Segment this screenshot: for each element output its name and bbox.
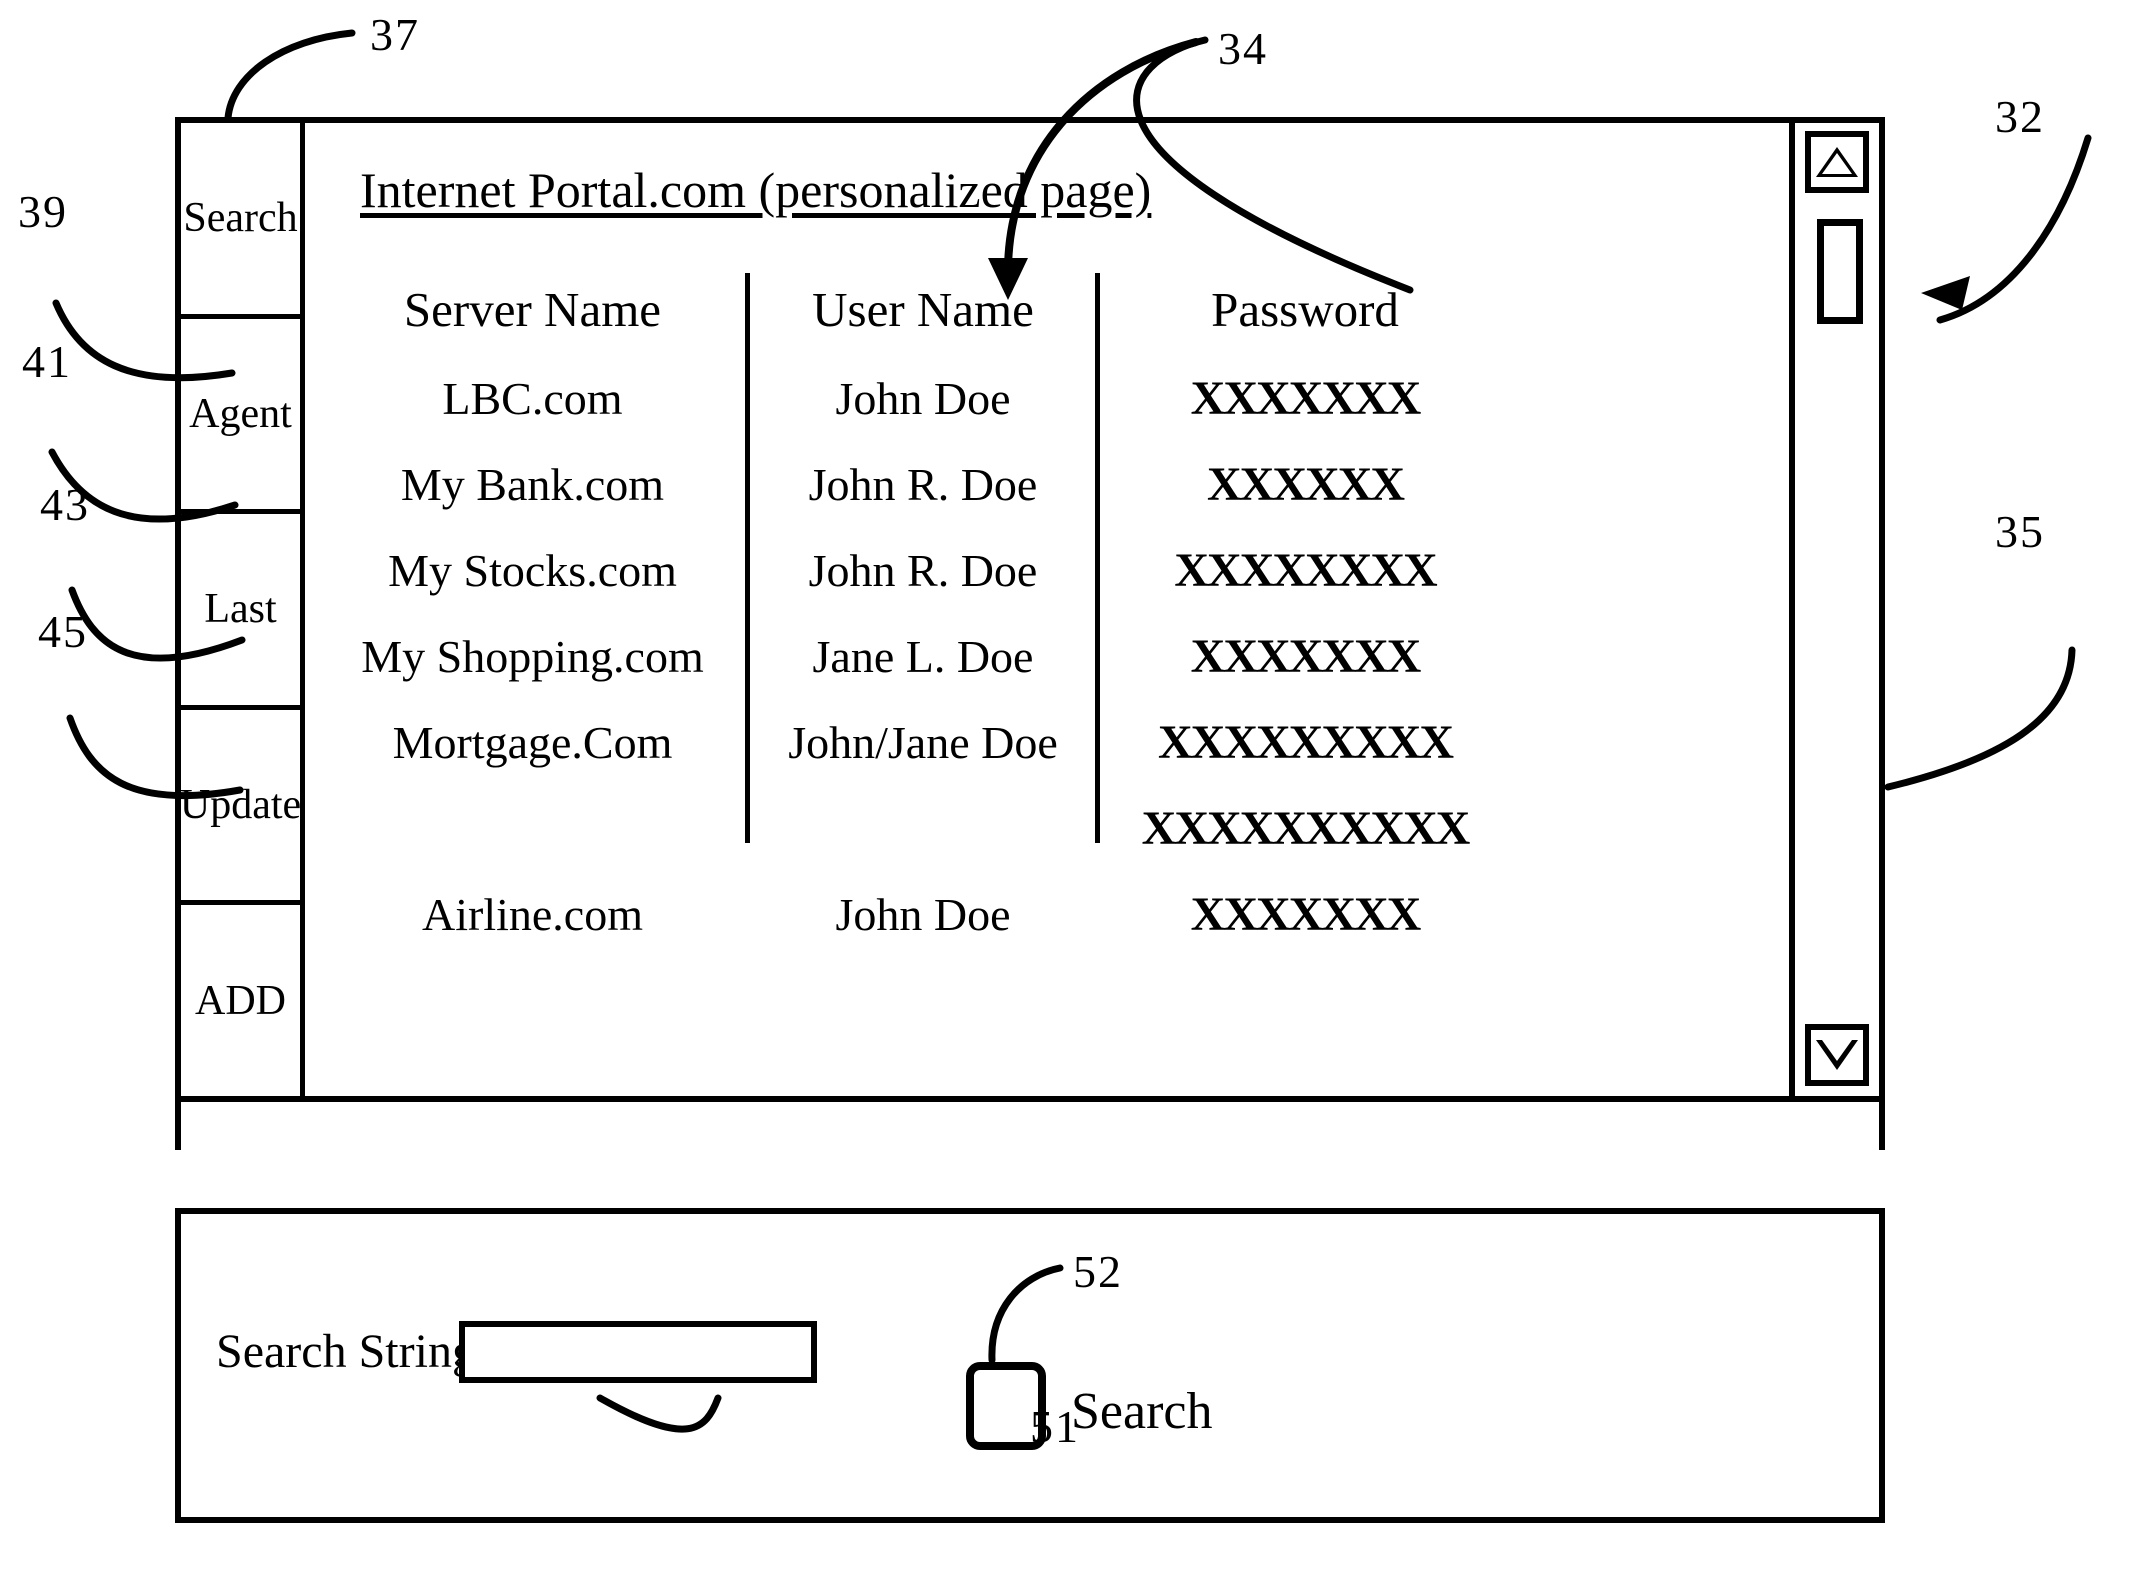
sidebar: Search Agent Last Update ADD (179, 123, 305, 1096)
table-row: XXXXXXXXX (1158, 715, 1454, 769)
scrollbar-thumb[interactable] (1817, 219, 1863, 324)
column-header-server-name: Server Name (403, 281, 662, 337)
page-content: Internet Portal.com (personalized page) … (305, 123, 1789, 1096)
table-row: LBC.com (442, 372, 623, 424)
reference-numeral-41: 41 (22, 336, 72, 387)
column-divider (1095, 273, 1100, 843)
triangle-up-icon (1816, 147, 1858, 177)
sidebar-item-search[interactable]: Search (181, 123, 300, 319)
search-button-label: Search (1071, 1383, 1213, 1440)
column-server-name: Server Name LBC.com My Bank.com My Stock… (325, 263, 740, 957)
panel-separator-strip (175, 1102, 1885, 1150)
table-row (757, 785, 1089, 871)
sidebar-item-agent[interactable]: Agent (181, 318, 300, 515)
table-row: John/Jane Doe (788, 716, 1058, 768)
reference-numeral-34: 34 (1218, 23, 1268, 74)
credentials-table: Server Name LBC.com My Bank.com My Stock… (305, 263, 1789, 1096)
page-title: Internet Portal.com (personalized page) (360, 162, 1152, 218)
reference-numeral-43: 43 (40, 479, 90, 530)
sidebar-item-add[interactable]: ADD (181, 905, 300, 1096)
vertical-scrollbar[interactable] (1789, 123, 1879, 1096)
search-string-label: Search String (216, 1325, 476, 1378)
table-row: My Bank.com (400, 458, 665, 510)
sidebar-item-update[interactable]: Update (179, 709, 302, 906)
reference-numeral-45: 45 (38, 606, 88, 657)
sidebar-item-label: Agent (189, 390, 292, 437)
table-row: John Doe (835, 372, 1011, 424)
reference-numeral-52: 52 (1073, 1246, 1123, 1297)
sidebar-item-label: Last (204, 586, 277, 633)
reference-numeral-32: 32 (1995, 91, 2045, 142)
table-row: XXXXXXXXXX (1141, 801, 1471, 855)
reference-numeral-37: 37 (370, 9, 420, 60)
table-row: John R. Doe (808, 458, 1038, 510)
triangle-down-icon (1816, 1040, 1858, 1070)
column-password: Password XXXXXXX XXXXXX XXXXXXXX XXXXXXX… (1105, 263, 1505, 957)
column-header-password: Password (1211, 281, 1399, 337)
reference-numeral-51: 51 (1030, 1401, 1080, 1452)
table-row: XXXXXXX (1190, 371, 1422, 425)
search-input[interactable] (459, 1321, 817, 1383)
table-row: XXXXXXXX (1174, 543, 1437, 597)
reference-numeral-35: 35 (1995, 506, 2045, 557)
table-row: XXXXXX (1207, 457, 1405, 511)
sidebar-item-label: ADD (195, 977, 286, 1024)
scroll-up-button[interactable] (1805, 131, 1869, 193)
patent-figure: Search Agent Last Update ADD Internet Po… (0, 0, 2150, 1569)
table-row (325, 785, 740, 871)
portal-window: Search Agent Last Update ADD Internet Po… (175, 117, 1885, 1102)
sidebar-item-last[interactable]: Last (181, 514, 300, 710)
scroll-down-button[interactable] (1805, 1024, 1869, 1086)
table-row: XXXXXXX (1190, 887, 1422, 941)
table-row: My Stocks.com (388, 544, 677, 596)
table-row: XXXXXXX (1190, 629, 1422, 683)
reference-numeral-39: 39 (18, 186, 68, 237)
table-row: Mortgage.Com (392, 716, 673, 768)
column-user-name: User Name John Doe John R. Doe John R. D… (757, 263, 1089, 957)
table-row: My Shopping.com (361, 630, 704, 682)
table-row: Airline.com (422, 888, 643, 940)
column-divider (745, 273, 750, 843)
column-header-user-name: User Name (812, 281, 1034, 337)
table-row: John R. Doe (808, 544, 1038, 596)
sidebar-item-label: Search (183, 195, 298, 242)
search-panel: Search String Search (175, 1208, 1885, 1523)
table-row: John Doe (835, 888, 1011, 940)
table-row: Jane L. Doe (812, 630, 1034, 682)
sidebar-item-label: Update (179, 782, 302, 829)
